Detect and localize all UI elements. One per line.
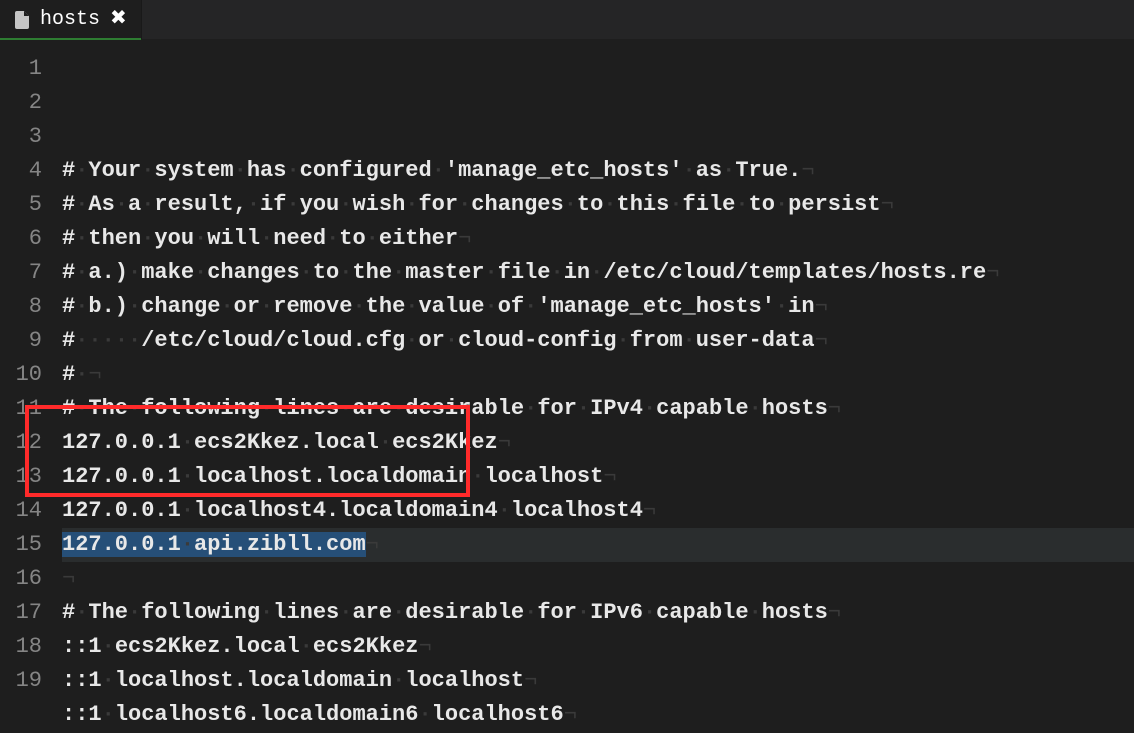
code-area[interactable]: #·Your·system·has·configured·'manage_etc… (50, 40, 1134, 733)
code-line[interactable]: #·¬ (62, 358, 1134, 392)
code-line[interactable]: #·The·following·lines·are·desirable·for·… (62, 392, 1134, 426)
code-line[interactable]: 127.0.0.1·localhost4.localdomain4·localh… (62, 494, 1134, 528)
line-number: 5 (0, 188, 42, 222)
tab-title: hosts (40, 8, 100, 31)
line-number: 15 (0, 528, 42, 562)
code-line[interactable]: #·As·a·result,·if·you·wish·for·changes·t… (62, 188, 1134, 222)
line-number: 1 (0, 52, 42, 86)
line-number: 3 (0, 120, 42, 154)
code-line[interactable]: ¬ (62, 562, 1134, 596)
tab-bar: hosts ✖ (0, 0, 1134, 40)
line-number: 13 (0, 460, 42, 494)
tab-hosts[interactable]: hosts ✖ (0, 0, 142, 39)
line-number: 17 (0, 596, 42, 630)
code-line[interactable]: ::1·ecs2Kkez.local·ecs2Kkez¬ (62, 630, 1134, 664)
line-number: 14 (0, 494, 42, 528)
line-number: 11 (0, 392, 42, 426)
line-number: 6 (0, 222, 42, 256)
code-line[interactable]: 127.0.0.1·localhost.localdomain·localhos… (62, 460, 1134, 494)
line-number: 7 (0, 256, 42, 290)
code-line[interactable]: ::1·localhost6.localdomain6·localhost6¬ (62, 698, 1134, 732)
line-number: 18 (0, 630, 42, 664)
code-line[interactable]: #·a.)·make·changes·to·the·master·file·in… (62, 256, 1134, 290)
code-line[interactable]: #·b.)·change·or·remove·the·value·of·'man… (62, 290, 1134, 324)
line-number: 2 (0, 86, 42, 120)
code-line[interactable]: #·then·you·will·need·to·either¬ (62, 222, 1134, 256)
line-number: 16 (0, 562, 42, 596)
line-number: 4 (0, 154, 42, 188)
line-number: 8 (0, 290, 42, 324)
code-line[interactable]: ::1·localhost.localdomain·localhost¬ (62, 664, 1134, 698)
code-line[interactable]: #·Your·system·has·configured·'manage_etc… (62, 154, 1134, 188)
line-number: 10 (0, 358, 42, 392)
code-line[interactable]: 127.0.0.1·ecs2Kkez.local·ecs2Kkez¬ (62, 426, 1134, 460)
code-line[interactable]: 127.0.0.1·api.zibll.com¬ (62, 528, 1134, 562)
code-line[interactable]: #·····/etc/cloud/cloud.cfg·or·cloud-conf… (62, 324, 1134, 358)
line-number: 12 (0, 426, 42, 460)
editor[interactable]: 12345678910111213141516171819 #·Your·sys… (0, 40, 1134, 733)
line-number-gutter: 12345678910111213141516171819 (0, 40, 50, 733)
file-icon (14, 10, 30, 30)
line-number: 9 (0, 324, 42, 358)
line-number: 19 (0, 664, 42, 698)
close-icon[interactable]: ✖ (110, 10, 127, 30)
code-line[interactable]: #·The·following·lines·are·desirable·for·… (62, 596, 1134, 630)
